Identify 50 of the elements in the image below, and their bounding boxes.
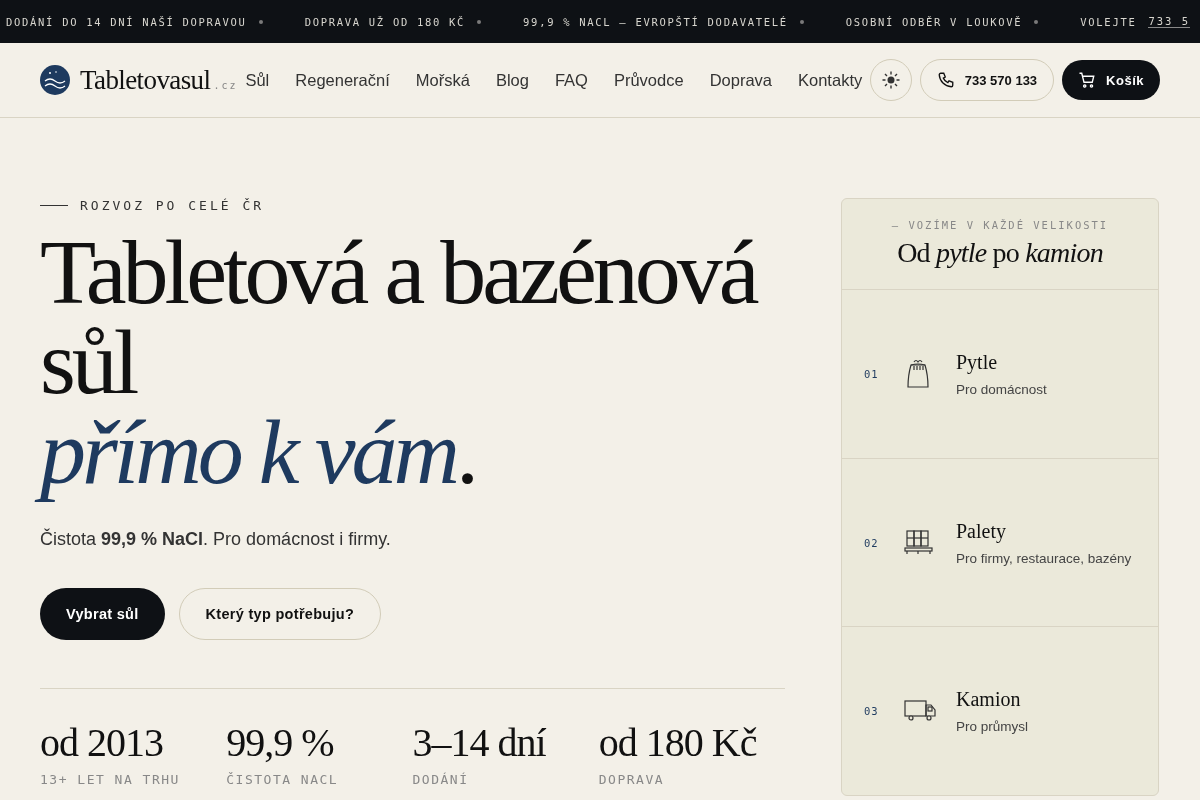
nav-link[interactable]: FAQ <box>554 70 588 90</box>
stat-label: 13+ LET NA TRHU <box>40 772 181 787</box>
item-text: Pro průmysl <box>956 719 1028 735</box>
cart-button[interactable]: Košík <box>1062 60 1160 100</box>
stat-value: 99,9 % <box>226 719 335 766</box>
item-text: Pro domácnost <box>956 381 1047 397</box>
stat-label: ČISTOTA NACL <box>226 772 340 787</box>
nav-link[interactable]: Regenerační <box>295 70 390 90</box>
item-title: Palety <box>956 519 1007 543</box>
phone-icon <box>936 71 955 89</box>
item-title: Kamion <box>956 688 1022 712</box>
nav-link[interactable]: Mořská <box>415 70 470 90</box>
stat-value: od 180 Kč <box>598 719 758 766</box>
stat-value: od 2013 <box>40 719 164 766</box>
item-text: Pro firmy, restaurace, bazény <box>956 550 1132 566</box>
item-number: 02 <box>864 536 880 549</box>
item-number: 01 <box>864 367 880 380</box>
logo-suffix: .cz <box>213 79 238 91</box>
select-salt-button[interactable]: Vybrat sůl <box>40 588 165 640</box>
nav-link[interactable]: Průvodce <box>613 70 684 90</box>
ticker-text: DODÁNÍ DO 14 DNÍ NAŠÍ DOPRAVOU <box>6 15 247 28</box>
truck-icon <box>904 700 938 723</box>
nav-link[interactable]: Blog <box>495 70 529 90</box>
stat-value: 3–14 dní <box>412 719 547 766</box>
bullet-dot <box>1034 19 1039 24</box>
hero-lead: Čistota 99,9 % NaCl. Pro domácnost i firmy. <box>40 529 392 550</box>
stat-label: DODÁNÍ <box>412 772 470 787</box>
logo-icon <box>40 65 70 95</box>
cart-icon <box>1078 71 1097 89</box>
bullet-dot <box>258 19 263 24</box>
ticker-text: OSOBNÍ ODBĚR V LOUKOVĚ <box>845 15 1023 28</box>
ticker-text: 99,9 % NACL — EVROPŠTÍ DODAVATELÉ <box>523 15 788 28</box>
ticker-text: VOLEJTE <box>1080 15 1137 28</box>
card-eyebrow: — VOZÍME V KAŽDÉ VELIKOSTI <box>891 219 1109 231</box>
ticker-text: DOPRAVA UŽ OD 180 KČ <box>304 15 466 28</box>
sun-icon <box>881 71 900 89</box>
nav-link[interactable]: Sůl <box>245 70 270 90</box>
nav-link[interactable]: Kontakty <box>798 70 863 90</box>
card-title: Od pytle po kamion <box>897 237 1103 269</box>
item-title: Pytle <box>956 350 999 374</box>
logo-text[interactable]: Tabletovasul <box>80 64 211 96</box>
phone-link[interactable]: 733 5 <box>1148 15 1191 28</box>
stat-label: DOPRAVA <box>598 772 666 787</box>
bullet-dot <box>799 19 804 24</box>
bullet-dot <box>477 19 482 24</box>
hero-eyebrow: ROZVOZ PO CELÉ ČR <box>80 198 265 213</box>
item-number: 03 <box>864 705 880 718</box>
pallet-icon <box>904 529 934 556</box>
hero-heading: Tabletová a bazénová sůl přímo k vám. <box>28 213 785 515</box>
nav-link[interactable]: Doprava <box>709 70 772 90</box>
